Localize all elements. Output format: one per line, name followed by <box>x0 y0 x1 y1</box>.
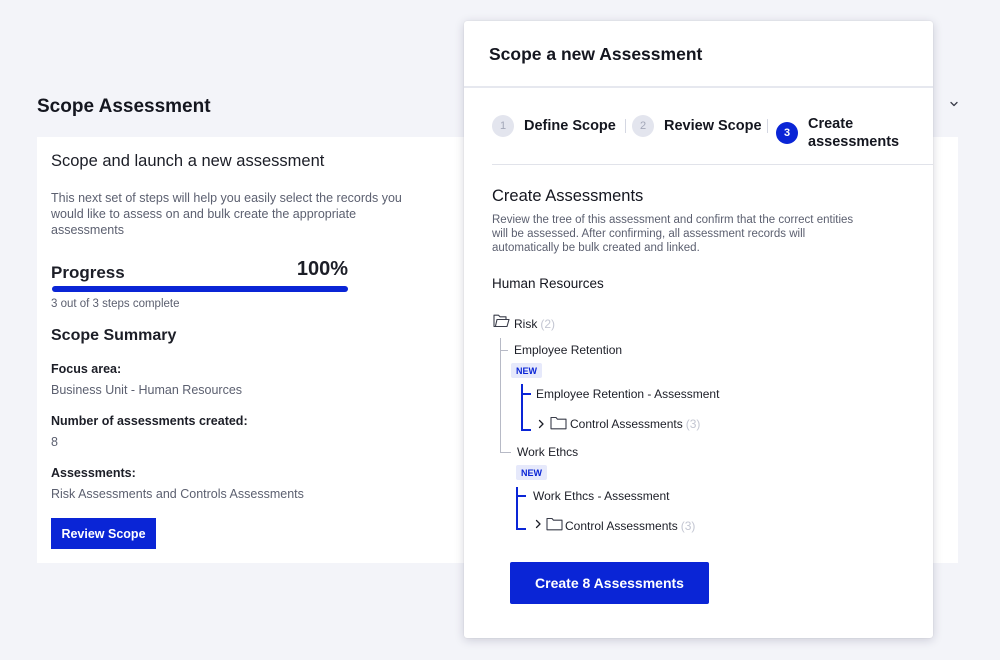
progress-percent: 100% <box>296 258 348 280</box>
scope-assessment-modal: Scope a new Assessment 1 Define Scope 2 … <box>464 21 933 638</box>
tree-node-work-ethcs[interactable]: Work Ethcs <box>517 445 578 459</box>
progress-subtext: 3 out of 3 steps complete <box>51 298 180 310</box>
step-number: 2 <box>632 115 654 137</box>
folder-open-icon <box>493 314 510 328</box>
progress-label: Progress <box>51 263 125 282</box>
step-review-scope[interactable]: 2 Review Scope <box>632 115 762 137</box>
chevron-right-icon[interactable] <box>534 519 542 529</box>
card-heading: Scope and launch a new assessment <box>51 152 325 170</box>
tree-connector <box>500 452 511 453</box>
progress-bar-fill <box>52 286 348 292</box>
step-number: 3 <box>776 122 798 144</box>
tree-connector <box>521 429 531 431</box>
folder-icon <box>546 517 563 531</box>
tree-connector <box>500 350 508 351</box>
tree-node-label: Control Assessments <box>565 519 678 533</box>
tree-node-count: (2) <box>540 317 556 331</box>
tree-connector <box>500 338 501 452</box>
focus-area-label: Focus area: <box>51 362 122 376</box>
tree-node-control-assessments[interactable]: Control Assessments (3) <box>570 417 700 431</box>
tree-node-employee-retention[interactable]: Employee Retention <box>514 343 622 357</box>
create-assessments-button[interactable]: Create 8 Assessments <box>510 562 709 604</box>
assessments-label: Assessments: <box>51 466 136 480</box>
assessments-value: Risk Assessments and Controls Assessment… <box>51 487 304 501</box>
tree-connector <box>516 528 526 530</box>
card-description: This next set of steps will help you eas… <box>51 191 402 237</box>
assessment-count-value: 8 <box>51 435 58 449</box>
tree-connector <box>521 393 531 395</box>
section-description: Review the tree of this assessment and c… <box>492 214 854 254</box>
focus-area-value: Business Unit - Human Resources <box>51 383 243 397</box>
step-number: 1 <box>492 115 514 137</box>
tree-node-label: Risk <box>514 317 538 331</box>
tree-connector <box>521 384 523 430</box>
tree-node-risk[interactable]: Risk (2) <box>514 317 555 331</box>
chevron-right-icon[interactable] <box>537 419 545 429</box>
chevron-down-icon[interactable] <box>948 98 960 110</box>
tree-node-label: Control Assessments <box>570 417 683 431</box>
step-define-scope[interactable]: 1 Define Scope <box>492 115 616 137</box>
page-title: Scope Assessment <box>37 96 211 117</box>
stepper-divider <box>492 164 933 165</box>
review-scope-button[interactable]: Review Scope <box>51 518 156 549</box>
tree-connector <box>516 487 518 529</box>
step-label: Define Scope <box>524 118 616 134</box>
summary-title: Scope Summary <box>51 327 177 344</box>
modal-header-divider <box>464 86 933 88</box>
tree-node-control-assessments[interactable]: Control Assessments (3) <box>565 519 695 533</box>
tree-connector <box>516 495 526 497</box>
step-separator <box>767 119 768 133</box>
step-label: Review Scope <box>664 118 762 134</box>
folder-icon <box>550 416 567 430</box>
tree-node-assessment[interactable]: Work Ethcs - Assessment <box>533 489 669 503</box>
tree-node-assessment[interactable]: Employee Retention - Assessment <box>536 387 719 401</box>
new-badge: NEW <box>516 465 547 480</box>
step-separator <box>625 119 626 133</box>
group-title: Human Resources <box>492 276 604 291</box>
section-title: Create Assessments <box>492 187 644 205</box>
new-badge: NEW <box>511 363 542 378</box>
modal-title: Scope a new Assessment <box>489 44 703 64</box>
tree-node-count: (3) <box>685 417 701 431</box>
tree-node-count: (3) <box>680 519 696 533</box>
step-label: Create assessments <box>808 116 900 150</box>
assessment-count-label: Number of assessments created: <box>51 414 248 428</box>
progress-bar <box>52 286 348 292</box>
step-create-assessments[interactable]: 3 Create assessments <box>776 115 908 151</box>
